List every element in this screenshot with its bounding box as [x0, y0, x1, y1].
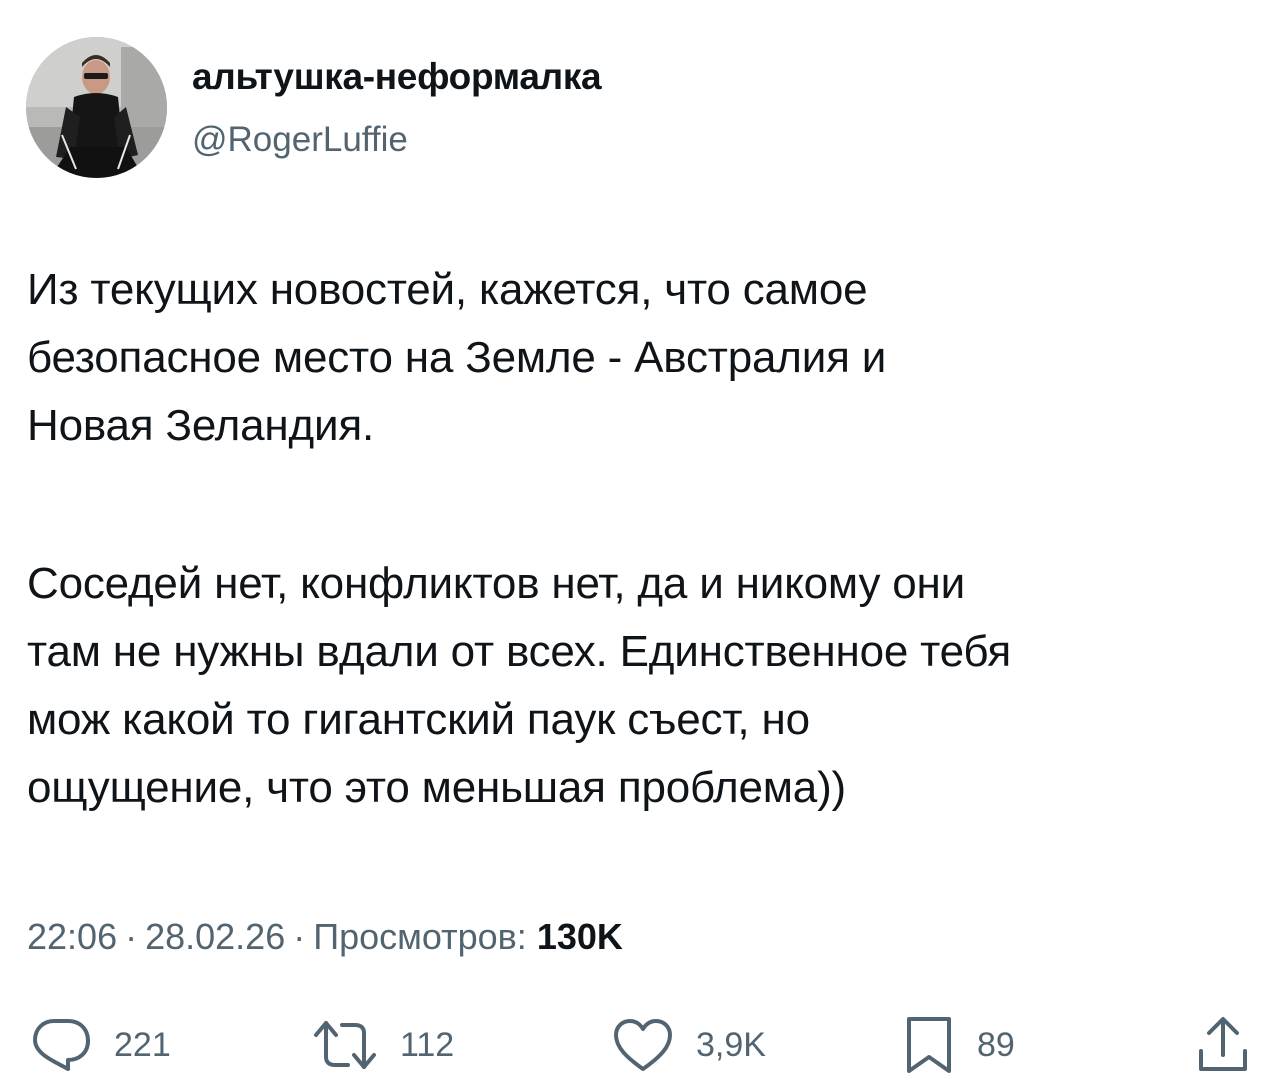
- avatar[interactable]: [26, 37, 167, 178]
- tweet: альтушка-неформалка @RogerLuffie Из теку…: [0, 0, 1280, 1092]
- tweet-paragraph-1: Из текущих новостей, кажется, что самое …: [27, 256, 1257, 460]
- like-button[interactable]: 3,9K: [612, 1015, 766, 1075]
- retweet-count: 112: [400, 1025, 455, 1064]
- meta-separator: ·: [125, 916, 138, 957]
- reply-button[interactable]: 221: [30, 1015, 171, 1075]
- bookmark-count: 89: [977, 1025, 1015, 1064]
- tweet-text-line: Соседей нет, конфликтов нет, да и никому…: [27, 559, 966, 608]
- tweet-time[interactable]: 22:06: [27, 916, 117, 957]
- tweet-paragraph-2: Соседей нет, конфликтов нет, да и никому…: [27, 550, 1257, 822]
- reply-count: 221: [114, 1025, 171, 1064]
- tweet-date[interactable]: 28.02.26: [145, 916, 285, 957]
- meta-separator: ·: [293, 916, 306, 957]
- like-count: 3,9K: [696, 1025, 766, 1064]
- avatar-photo: [26, 37, 167, 178]
- author-handle[interactable]: @RogerLuffie: [192, 120, 408, 160]
- tweet-text-line: мож какой то гигантский паук съест, но: [27, 695, 810, 744]
- tweet-meta: 22:06 · 28.02.26 · Просмотров: 130K: [27, 916, 623, 958]
- author-display-name[interactable]: альтушка-неформалка: [192, 56, 602, 98]
- bookmark-icon: [907, 1017, 951, 1073]
- tweet-text-line: безопасное место на Земле - Австралия и: [27, 333, 887, 382]
- share-button[interactable]: [1196, 1015, 1250, 1075]
- reply-icon: [33, 1019, 90, 1071]
- tweet-text-line: Новая Зеландия.: [27, 401, 374, 450]
- views-label: Просмотров:: [313, 916, 527, 957]
- retweet-icon: [314, 1021, 376, 1069]
- like-icon: [614, 1019, 672, 1071]
- retweet-button[interactable]: 112: [312, 1015, 454, 1075]
- views-count[interactable]: 130K: [537, 916, 623, 957]
- share-icon: [1199, 1017, 1247, 1071]
- tweet-text-line: Из текущих новостей, кажется, что самое: [27, 265, 868, 314]
- tweet-text-line: ощущение, что это меньшая проблема)): [27, 763, 846, 812]
- bookmark-button[interactable]: 89: [903, 1015, 1015, 1075]
- action-bar: 221 112 3,9K 89: [0, 1015, 1280, 1075]
- tweet-text-line: там не нужны вдали от всех. Единственное…: [27, 627, 1012, 676]
